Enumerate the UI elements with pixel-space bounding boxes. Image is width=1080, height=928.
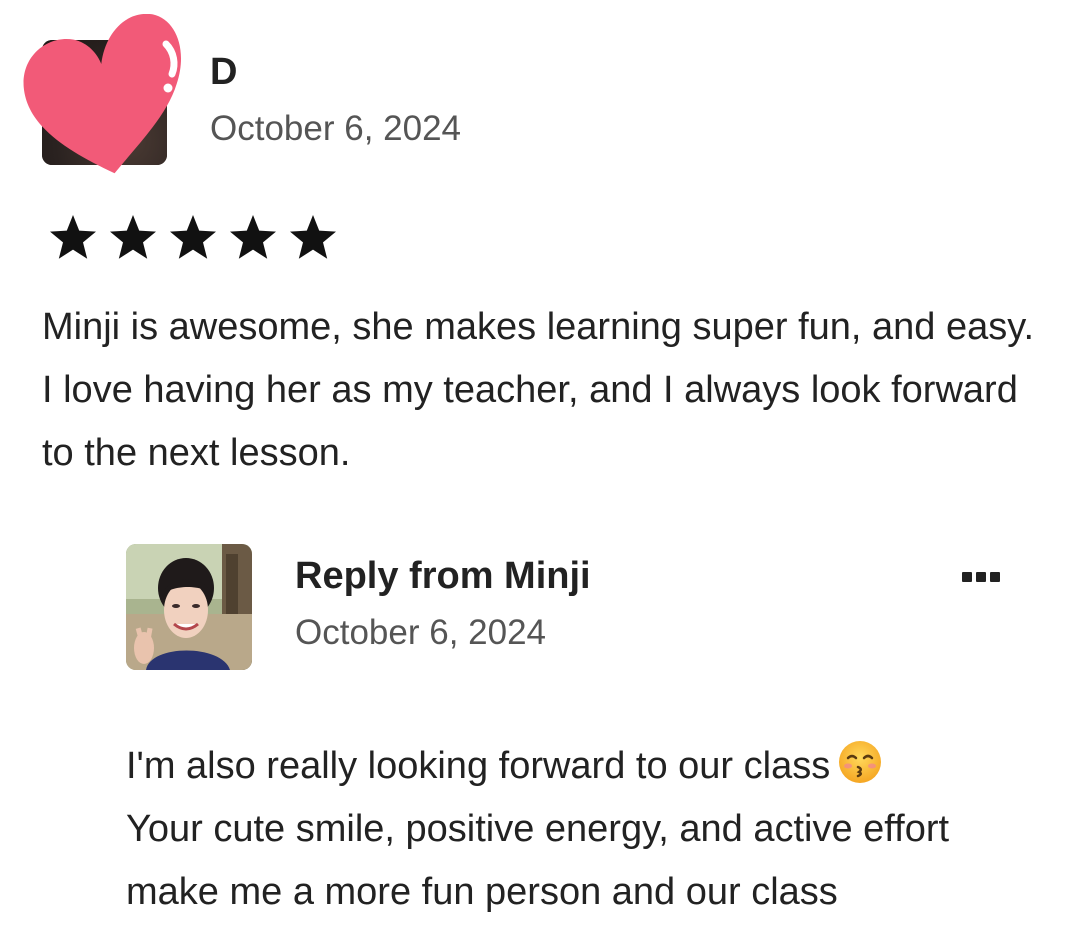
star-icon [50, 215, 96, 259]
review-text: Minji is awesome, she makes learning sup… [42, 306, 1035, 474]
reply-text: I'm also really looking forward to our c… [126, 735, 1046, 924]
reply-date: October 6, 2024 [295, 613, 546, 652]
reviewer-name: D [210, 51, 238, 93]
more-options-dot [976, 572, 986, 582]
reply-title: Reply from Minji [295, 555, 591, 597]
review-card: D October 6, 2024 Minji is awesome, she … [0, 0, 1080, 928]
tutor-photo [126, 544, 252, 670]
star-icon [110, 215, 156, 259]
star-icon [170, 215, 216, 259]
star-icon [230, 215, 276, 259]
more-options-dot [990, 572, 1000, 582]
tutor-avatar[interactable] [126, 544, 252, 670]
reply-text-rest: Your cute smile, positive energy, and ac… [126, 808, 950, 913]
more-options-icon [962, 572, 972, 582]
review-date: October 6, 2024 [210, 109, 461, 148]
star-rating [48, 212, 338, 262]
kissing-face-emoji-icon [839, 741, 882, 783]
heart-sticker-icon [23, 14, 181, 174]
more-options-button[interactable] [952, 562, 1010, 592]
reply-text-line1: I'm also really looking forward to our c… [126, 745, 831, 787]
star-icon [290, 215, 336, 259]
